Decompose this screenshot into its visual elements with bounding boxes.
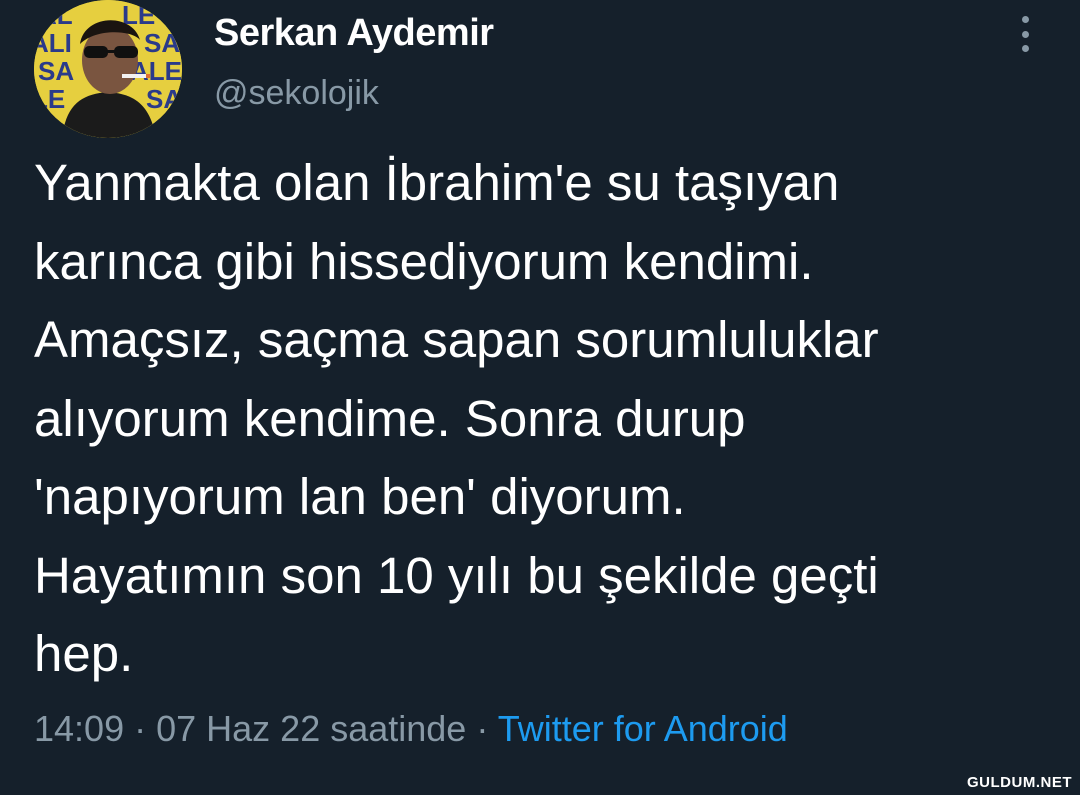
svg-text:SA: SA [38,56,74,86]
tweet-text-line: Yanmakta olan İbrahim'e su taşıyan [34,154,840,211]
tweet-card: AL LE ALI SA SA ALE LE SA Serkan Aydemir… [0,0,1080,795]
tweet-text-line: alıyorum kendime. Sonra durup [34,389,746,447]
svg-text:LE: LE [34,84,65,114]
tweet-text-line: Hayatımın son 10 yılı bu şekilde geçti [34,546,879,604]
svg-text:AL: AL [38,0,73,30]
avatar[interactable]: AL LE ALI SA SA ALE LE SA [34,0,182,138]
tweet-text: Yanmakta olan İbrahim'e su taşıyan karın… [34,144,1054,694]
tweet-text-line: karınca gibi hissediyorum kendimi. [34,232,814,290]
tweet-source-link[interactable]: Twitter for Android [498,708,788,749]
more-dot [1021,30,1029,38]
author-name[interactable]: Serkan Aydemir [214,12,494,55]
more-vertical-icon[interactable] [1012,14,1038,54]
tweet-meta: 14:09 · 07 Haz 22 saatinde · Twitter for… [34,708,788,750]
svg-text:SA: SA [146,84,182,114]
author-handle[interactable]: @sekolojik [214,74,379,113]
more-dot [1021,16,1029,23]
svg-text:ALI: ALI [34,28,72,58]
meta-separator: · [134,708,157,749]
tweet-text-line: 'napıyorum lan ben' diyorum. [34,468,686,525]
tweet-text-line: Amaçsız, saçma sapan sorumluluklar [34,311,879,368]
svg-text:SA: SA [144,28,180,58]
profile-photo-icon: AL LE ALI SA SA ALE LE SA [34,0,182,138]
watermark: GULDUM.NET [967,774,1072,791]
tweet-text-line: hep. [34,625,134,682]
tweet-time[interactable]: 14:09 [34,708,124,749]
tweet-date[interactable]: 07 Haz 22 saatinde [156,708,466,749]
more-dot [1021,45,1029,52]
meta-separator: · [476,708,498,749]
